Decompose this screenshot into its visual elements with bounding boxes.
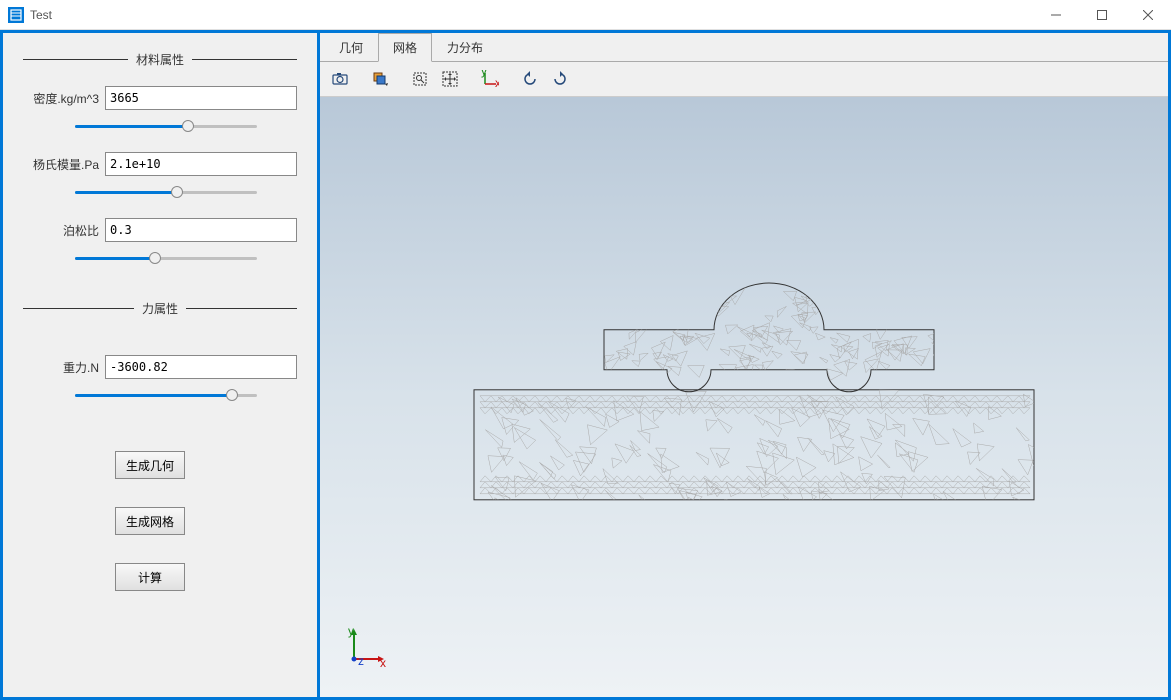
- svg-text:x: x: [380, 656, 386, 667]
- svg-text:z: z: [358, 654, 364, 667]
- tab-bar: 几何 网格 力分布: [320, 33, 1168, 61]
- axis-gizmo: x y z: [346, 627, 386, 667]
- layers-icon[interactable]: [366, 65, 394, 93]
- force-group: 力属性 重力.N 生成几何 生成网格 计算: [23, 300, 297, 591]
- camera-icon[interactable]: [326, 65, 354, 93]
- titlebar: Test: [0, 0, 1171, 30]
- select-point-icon[interactable]: [436, 65, 464, 93]
- generate-mesh-button[interactable]: 生成网格: [115, 507, 185, 535]
- generate-geometry-button[interactable]: 生成几何: [115, 451, 185, 479]
- main-panel: 几何 网格 力分布 xy: [320, 33, 1168, 697]
- close-button[interactable]: [1125, 0, 1171, 30]
- maximize-button[interactable]: [1079, 0, 1125, 30]
- tab-mesh[interactable]: 网格: [378, 33, 432, 62]
- viewport-toolbar: xy: [320, 61, 1168, 97]
- window-title: Test: [30, 8, 52, 22]
- viewport[interactable]: x y z: [320, 97, 1168, 697]
- material-group: 材料属性 密度.kg/m^3 杨氏模量.Pa 泊松比: [23, 51, 297, 270]
- tab-geometry[interactable]: 几何: [324, 33, 378, 61]
- window-controls: [1033, 0, 1171, 30]
- svg-text:y: y: [348, 627, 354, 638]
- poisson-slider[interactable]: [75, 250, 257, 266]
- calculate-button[interactable]: 计算: [115, 563, 185, 591]
- svg-text:x: x: [495, 76, 499, 88]
- rotate-right-icon[interactable]: [546, 65, 574, 93]
- app-window: Test 材料属性 密度.kg/m^3 杨氏模量.Pa: [0, 0, 1171, 700]
- material-legend: 材料属性: [128, 51, 192, 68]
- gravity-label: 重力.N: [23, 359, 105, 376]
- force-legend: 力属性: [134, 300, 186, 317]
- select-rect-icon[interactable]: [406, 65, 434, 93]
- young-input[interactable]: [105, 152, 297, 176]
- density-slider[interactable]: [75, 118, 257, 134]
- poisson-input[interactable]: [105, 218, 297, 242]
- client-area: 材料属性 密度.kg/m^3 杨氏模量.Pa 泊松比 力属性: [0, 30, 1171, 700]
- mesh-render: [394, 200, 1094, 540]
- young-slider[interactable]: [75, 184, 257, 200]
- sidebar: 材料属性 密度.kg/m^3 杨氏模量.Pa 泊松比 力属性: [3, 33, 317, 697]
- poisson-label: 泊松比: [23, 222, 105, 239]
- density-input[interactable]: [105, 86, 297, 110]
- young-label: 杨氏模量.Pa: [23, 156, 105, 173]
- svg-text:y: y: [481, 70, 487, 78]
- rotate-left-icon[interactable]: [516, 65, 544, 93]
- minimize-button[interactable]: [1033, 0, 1079, 30]
- tab-force[interactable]: 力分布: [432, 33, 498, 61]
- axes-icon[interactable]: xy: [476, 65, 504, 93]
- density-label: 密度.kg/m^3: [23, 90, 105, 107]
- app-icon: [8, 7, 24, 23]
- gravity-slider[interactable]: [75, 387, 257, 403]
- gravity-input[interactable]: [105, 355, 297, 379]
